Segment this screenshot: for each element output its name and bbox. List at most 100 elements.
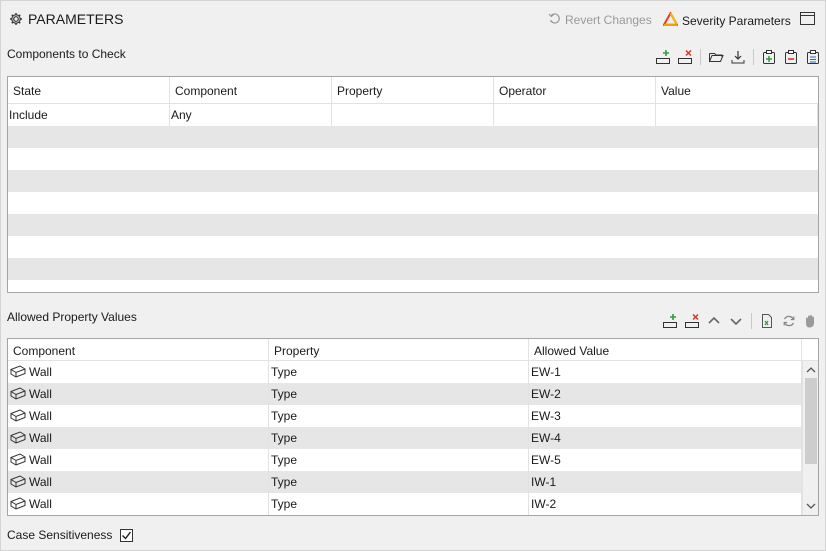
empty-row (8, 236, 818, 258)
components-table-header: State Component Property Operator Value (8, 77, 818, 104)
column-header-value[interactable]: Value (656, 77, 818, 103)
state-cell[interactable]: Include (8, 104, 170, 126)
allowed-toolbar (661, 312, 820, 330)
toolbar-divider (700, 49, 701, 65)
list-set-button[interactable] (804, 48, 822, 66)
column-header-state[interactable]: State (8, 77, 170, 103)
table-row[interactable]: Wall Type EW-4 (8, 427, 818, 449)
revert-changes-label: Revert Changes (565, 13, 652, 27)
case-sensitiveness-label: Case Sensitiveness (7, 528, 113, 542)
operator-cell[interactable] (494, 104, 656, 126)
allowed-value-cell[interactable]: EW-2 (529, 383, 802, 405)
table-row[interactable]: Wall Type EW-2 (8, 383, 818, 405)
component-cell[interactable]: Wall (8, 427, 269, 449)
component-cell[interactable]: Any (170, 104, 332, 126)
allowed-value-cell[interactable]: IW-2 (529, 493, 802, 515)
table-row[interactable]: Wall Type IW-1 (8, 471, 818, 493)
window-toggle-button[interactable] (800, 12, 815, 28)
remove-row-icon (685, 313, 699, 328)
property-cell[interactable]: Type (269, 427, 529, 449)
components-toolbar (654, 48, 822, 66)
move-down-button[interactable] (727, 312, 745, 330)
value-cell[interactable] (656, 104, 818, 126)
clipboard-list-icon (807, 50, 819, 64)
case-sensitiveness-option: Case Sensitiveness (7, 528, 134, 542)
scroll-down-icon[interactable] (806, 501, 816, 511)
wall-cube-icon (10, 497, 26, 513)
add-set-button[interactable] (760, 48, 778, 66)
wall-cube-icon (10, 387, 26, 403)
component-cell[interactable]: Wall (8, 449, 269, 471)
allowed-value-cell[interactable]: IW-1 (529, 471, 802, 493)
column-header-property[interactable]: Property (269, 339, 529, 360)
refresh-icon (783, 315, 795, 327)
component-cell[interactable]: Wall (8, 383, 269, 405)
component-cell[interactable]: Wall (8, 405, 269, 427)
export-excel-button[interactable] (758, 312, 776, 330)
component-name: Wall (29, 409, 52, 423)
column-header-property[interactable]: Property (332, 77, 494, 103)
component-cell[interactable]: Wall (8, 471, 269, 493)
component-name: Wall (29, 431, 52, 445)
table-row[interactable]: Wall Type EW-1 (8, 361, 818, 383)
add-row-icon (656, 50, 670, 64)
column-header-operator[interactable]: Operator (494, 77, 656, 103)
column-header-component[interactable]: Component (8, 339, 269, 360)
property-cell[interactable]: Type (269, 383, 529, 405)
remove-row-button[interactable] (676, 48, 694, 66)
table-row[interactable]: Wall Type EW-5 (8, 449, 818, 471)
toolbar-divider (753, 49, 754, 65)
components-table: State Component Property Operator Value … (7, 76, 819, 293)
case-sensitiveness-checkbox[interactable] (120, 528, 134, 542)
property-cell[interactable] (332, 104, 494, 126)
empty-row (8, 126, 818, 148)
download-button[interactable] (729, 48, 747, 66)
property-cell[interactable]: Type (269, 405, 529, 427)
column-header-allowed-value[interactable]: Allowed Value (529, 339, 802, 360)
allowed-values-rows: Wall Type EW-1 Wall Type EW-2 Wall Type EW-3 Wall… (8, 361, 818, 515)
remove-row-icon (678, 49, 692, 64)
add-row-button[interactable] (654, 48, 672, 66)
wall-cube-icon (10, 365, 26, 381)
wall-cube-icon (10, 431, 26, 447)
property-cell[interactable]: Type (269, 361, 529, 383)
allowed-value-cell[interactable]: EW-4 (529, 427, 802, 449)
component-cell[interactable]: Wall (8, 493, 269, 515)
empty-row (8, 214, 818, 236)
property-cell[interactable]: Type (269, 449, 529, 471)
open-file-button[interactable] (707, 48, 725, 66)
property-cell[interactable]: Type (269, 493, 529, 515)
chevron-down-icon (730, 318, 742, 326)
move-up-button[interactable] (705, 312, 723, 330)
remove-value-button[interactable] (683, 312, 701, 330)
vertical-scrollbar[interactable] (802, 361, 818, 515)
components-section-label: Components to Check (7, 47, 126, 61)
revert-changes-button[interactable]: Revert Changes (548, 12, 652, 28)
property-cell[interactable]: Type (269, 471, 529, 493)
component-cell[interactable]: Wall (8, 361, 269, 383)
severity-parameters-button[interactable]: Severity Parameters (662, 11, 791, 29)
column-header-component[interactable]: Component (170, 77, 332, 103)
scroll-up-icon[interactable] (806, 365, 816, 375)
table-row[interactable]: Include Any (8, 104, 818, 126)
refresh-button[interactable] (780, 312, 798, 330)
wall-cube-icon (10, 475, 26, 491)
component-name: Wall (29, 475, 52, 489)
download-icon (731, 51, 745, 64)
add-value-button[interactable] (661, 312, 679, 330)
clipboard-remove-icon (785, 50, 797, 64)
allowed-values-table: Component Property Allowed Value Wall Typ… (7, 338, 819, 516)
checkmark-icon (122, 531, 132, 540)
allowed-value-cell[interactable]: EW-3 (529, 405, 802, 427)
pick-button[interactable] (802, 312, 820, 330)
remove-set-button[interactable] (782, 48, 800, 66)
wall-cube-icon (10, 453, 26, 469)
scrollbar-thumb[interactable] (805, 378, 817, 464)
table-row[interactable]: Wall Type IW-2 (8, 493, 818, 515)
parameters-panel: PARAMETERS Revert Changes Severity Param… (0, 0, 826, 551)
empty-row (8, 148, 818, 170)
component-name: Wall (29, 497, 52, 511)
table-row[interactable]: Wall Type EW-3 (8, 405, 818, 427)
allowed-value-cell[interactable]: EW-1 (529, 361, 802, 383)
allowed-value-cell[interactable]: EW-5 (529, 449, 802, 471)
